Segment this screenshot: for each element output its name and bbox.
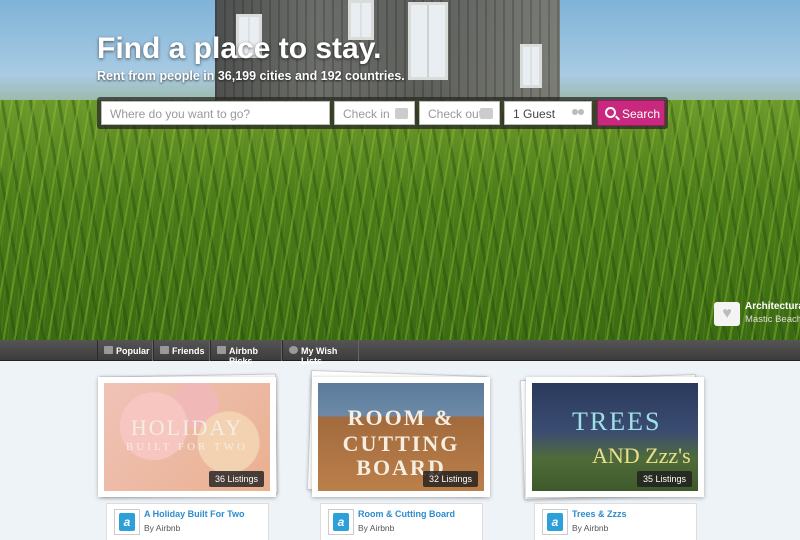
collection-art-text: AND Zzz's — [592, 443, 691, 468]
heart-icon[interactable]: ♥ — [714, 302, 740, 326]
people-icon — [572, 108, 585, 119]
collection-art-text: TREES — [572, 407, 662, 436]
collection-image: ROOM & CUTTING BOARD 32 Listings — [318, 383, 484, 491]
nav-item-label: My Wish Lists — [301, 346, 338, 366]
collection-title-link[interactable]: Room & Cutting Board — [358, 509, 455, 519]
photo-credit-name[interactable]: Architectura — [745, 301, 800, 312]
collection-photo[interactable]: TREES AND Zzz's 35 Listings — [526, 377, 704, 497]
page-subtitle: Rent from people in 36,199 cities and 19… — [97, 69, 405, 83]
collection-photo[interactable]: ROOM & CUTTING BOARD 32 Listings — [312, 377, 490, 497]
collection-art-text: ROOM & — [347, 405, 455, 430]
airbnb-icon — [217, 346, 226, 354]
listings-count-badge: 36 Listings — [208, 471, 264, 487]
checkin-label: Check in — [343, 107, 390, 121]
guests-value: 1 Guest — [513, 107, 556, 121]
airbnb-logo-icon — [542, 509, 568, 535]
friends-icon — [160, 346, 169, 354]
collection-art-text: CUTTING — [342, 431, 460, 456]
destination-input[interactable]: Where do you want to go? — [101, 101, 330, 125]
collection-photo[interactable]: HOLIDAY BUILT FOR TWO 36 Listings — [98, 377, 276, 497]
collection-image: HOLIDAY BUILT FOR TWO 36 Listings — [104, 383, 270, 491]
collection-author: By Airbnb — [572, 523, 609, 533]
listings-count-badge: 35 Listings — [636, 471, 692, 487]
photo-credit-location: Mastic Beach — [745, 314, 800, 325]
search-bar: Where do you want to go? Check in Check … — [97, 97, 668, 129]
collection-title-link[interactable]: Trees & Zzzs — [572, 509, 627, 519]
collection-info: Room & Cutting Board By Airbnb — [320, 503, 483, 540]
collection-info: A Holiday Built For Two By Airbnb — [106, 503, 269, 540]
checkout-input[interactable]: Check out — [419, 101, 500, 125]
collection-info: Trees & Zzzs By Airbnb — [534, 503, 697, 540]
nav-item-popular[interactable]: Popular — [97, 340, 153, 361]
collection-image: TREES AND Zzz's 35 Listings — [532, 383, 698, 491]
checkin-input[interactable]: Check in — [334, 101, 415, 125]
collection-author: By Airbnb — [358, 523, 395, 533]
nav-item-friends[interactable]: Friends — [153, 340, 210, 361]
nav-item-label: Popular — [116, 346, 150, 356]
checkout-label: Check out — [428, 107, 483, 121]
collection-author: By Airbnb — [144, 523, 181, 533]
nav-item-label: Friends — [172, 346, 205, 356]
calendar-icon — [480, 108, 493, 119]
listings-count-badge: 32 Listings — [422, 471, 478, 487]
hero-grass-image — [0, 100, 800, 340]
search-button[interactable]: Search — [597, 100, 665, 126]
airbnb-logo-icon — [114, 509, 140, 535]
nav-item-airbnb-picks[interactable]: Airbnb Picks — [210, 340, 282, 366]
browse-nav: Popular Friends Airbnb Picks My Wish Lis… — [0, 340, 800, 366]
search-button-label: Search — [622, 107, 661, 121]
collection-art-text: HOLIDAY — [130, 415, 244, 440]
house-window — [520, 44, 542, 88]
collection-title-link[interactable]: A Holiday Built For Two — [144, 509, 245, 519]
search-icon — [605, 107, 616, 118]
airbnb-logo-icon — [328, 509, 354, 535]
guests-select[interactable]: 1 Guest — [504, 101, 592, 125]
calendar-icon — [395, 108, 408, 119]
photo-credit: ♥ Architectura Mastic Beach — [714, 300, 800, 328]
heart-icon — [289, 346, 298, 354]
nav-item-label: Airbnb Picks — [229, 346, 258, 366]
page-title: Find a place to stay. — [97, 32, 382, 65]
collection-art-text: BUILT FOR TWO — [126, 441, 248, 453]
nav-item-wish-lists[interactable]: My Wish Lists — [282, 340, 359, 366]
home-icon — [104, 346, 113, 354]
house-window — [408, 2, 448, 80]
hero-banner: Find a place to stay. Rent from people i… — [0, 0, 800, 340]
